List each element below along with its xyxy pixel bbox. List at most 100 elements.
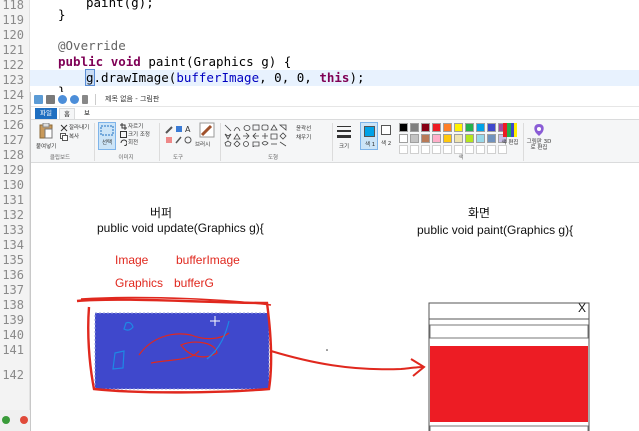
select-rectangle-icon [100, 125, 114, 136]
rotate-button[interactable]: 회전 [128, 138, 138, 146]
select-button[interactable]: 선택 [98, 122, 116, 150]
brushes-button[interactable]: 브러시 [195, 140, 210, 148]
window-title: 제목 없음 - 그림판 [105, 95, 160, 103]
line-number: 138 [2, 298, 24, 312]
selected-word[interactable]: g [85, 69, 95, 86]
palette-swatch-empty[interactable] [476, 145, 485, 154]
edit-colors-icon[interactable] [503, 123, 517, 137]
palette-swatch[interactable] [476, 134, 485, 143]
crop-icon [120, 123, 127, 130]
select-label: 선택 [102, 140, 113, 146]
save-icon[interactable] [46, 95, 55, 104]
palette-swatch[interactable] [487, 134, 496, 143]
canvas-drawing-svg [76, 296, 590, 431]
stray-dot [326, 349, 328, 351]
crop-button[interactable]: 자르기 [128, 122, 143, 130]
brush-icon[interactable] [199, 122, 215, 138]
quick-access-dropdown-icon[interactable] [82, 95, 88, 104]
line-number: 127 [2, 133, 24, 147]
line-number: 119 [2, 13, 24, 27]
line-number-gutter: 118 119 120 121 122 123 124 125 126 127 … [0, 0, 30, 431]
line-number: 125 [2, 103, 24, 117]
code-line-118[interactable]: paint(g); [86, 0, 154, 11]
line-number: 120 [2, 28, 24, 42]
palette-swatch-empty[interactable] [432, 145, 441, 154]
line-number: 133 [2, 223, 24, 237]
palette-swatch[interactable] [443, 134, 452, 143]
paint3d-icon[interactable] [532, 123, 546, 137]
buffer-title: 버퍼 [150, 206, 173, 220]
title-bar[interactable]: 제목 없음 - 그림판 [31, 92, 639, 107]
palette-swatch[interactable] [443, 123, 452, 132]
palette-swatch-empty[interactable] [410, 145, 419, 154]
palette-swatch-empty[interactable] [399, 145, 408, 154]
size-lines-icon[interactable] [336, 124, 352, 140]
palette-swatch[interactable] [432, 134, 441, 143]
taskbar-fragment [0, 410, 30, 431]
code-line-121[interactable]: @Override [58, 38, 126, 54]
shape-outline-button[interactable]: 윤곽선 [296, 124, 311, 132]
edit-colors-button[interactable]: 색 편집 [501, 140, 519, 146]
keyword: void [110, 54, 141, 69]
group-label-colors: 색 [458, 155, 464, 161]
paint-window[interactable]: 제목 없음 - 그림판 파일 홈 보기 붙여넣기 잘라내기 복사 클립보드 선택… [30, 92, 639, 431]
code-line-119[interactable]: } [58, 7, 66, 23]
palette-swatch[interactable] [476, 123, 485, 132]
line-number: 134 [2, 238, 24, 252]
keyword: public [58, 54, 104, 69]
paste-icon[interactable] [39, 123, 53, 139]
palette-swatch[interactable] [454, 134, 463, 143]
paint3d-button[interactable]: 그림판 3D로 편집 [525, 139, 553, 151]
palette-swatch[interactable] [454, 123, 463, 132]
group-separator [523, 123, 524, 161]
cut-button[interactable]: 잘라내기 [69, 123, 89, 131]
code-line-122[interactable]: public void paint(Graphics g) { [58, 54, 291, 70]
drawing-canvas[interactable]: 버퍼 public void update(Graphics g){ 화면 pu… [31, 163, 639, 431]
palette-swatch[interactable] [487, 123, 496, 132]
group-label-image: 이미지 [118, 155, 134, 161]
color2-swatch[interactable] [381, 125, 391, 135]
rotate-icon [120, 139, 127, 146]
palette-swatch[interactable] [421, 123, 430, 132]
ribbon-tabs: 파일 홈 보기 [31, 107, 639, 128]
paste-button[interactable]: 붙여넣기 [36, 142, 56, 150]
code-text: .drawImage( [93, 70, 177, 85]
palette-swatch[interactable] [465, 123, 474, 132]
palette-swatch-empty[interactable] [487, 145, 496, 154]
palette-swatch-empty[interactable] [498, 145, 507, 154]
palette-swatch[interactable] [421, 134, 430, 143]
line-number: 123 [2, 73, 24, 87]
line-number: 124 [2, 88, 24, 102]
color1-button[interactable]: 색 1 [360, 122, 378, 150]
group-separator [94, 123, 95, 161]
copy-button[interactable]: 복사 [69, 132, 79, 140]
shapes-gallery[interactable] [223, 123, 293, 147]
tab-view[interactable]: 보기 [79, 108, 95, 128]
code-text: , 0, 0, [259, 70, 320, 85]
palette-swatch[interactable] [399, 123, 408, 132]
tab-file[interactable]: 파일 [35, 108, 57, 119]
redo-icon[interactable] [70, 95, 79, 104]
arrow-path [270, 350, 424, 371]
tools-icons[interactable]: A [164, 124, 194, 146]
line-number: 139 [2, 313, 24, 327]
line-number: 140 [2, 328, 24, 342]
tab-home[interactable]: 홈 [59, 108, 75, 119]
palette-swatch-empty[interactable] [421, 145, 430, 154]
palette-swatch[interactable] [432, 123, 441, 132]
color1-swatch [364, 126, 375, 137]
shape-fill-button[interactable]: 채우기 [296, 133, 311, 141]
palette-swatch[interactable] [410, 134, 419, 143]
size-button[interactable]: 크기 [339, 142, 349, 150]
line-number: 129 [2, 163, 24, 177]
palette-swatch[interactable] [410, 123, 419, 132]
undo-icon[interactable] [58, 95, 67, 104]
code-line-123[interactable]: g.drawImage(bufferImage, 0, 0, this); [85, 69, 365, 86]
var-buffer-image-label: bufferImage [176, 253, 240, 267]
palette-swatch[interactable] [465, 134, 474, 143]
resize-button[interactable]: 크기 조정 [128, 130, 150, 138]
var-buffer-g-label: bufferG [174, 276, 214, 290]
palette-swatch[interactable] [399, 134, 408, 143]
line-number: 131 [2, 193, 24, 207]
screen-close-icon: X [578, 301, 587, 315]
